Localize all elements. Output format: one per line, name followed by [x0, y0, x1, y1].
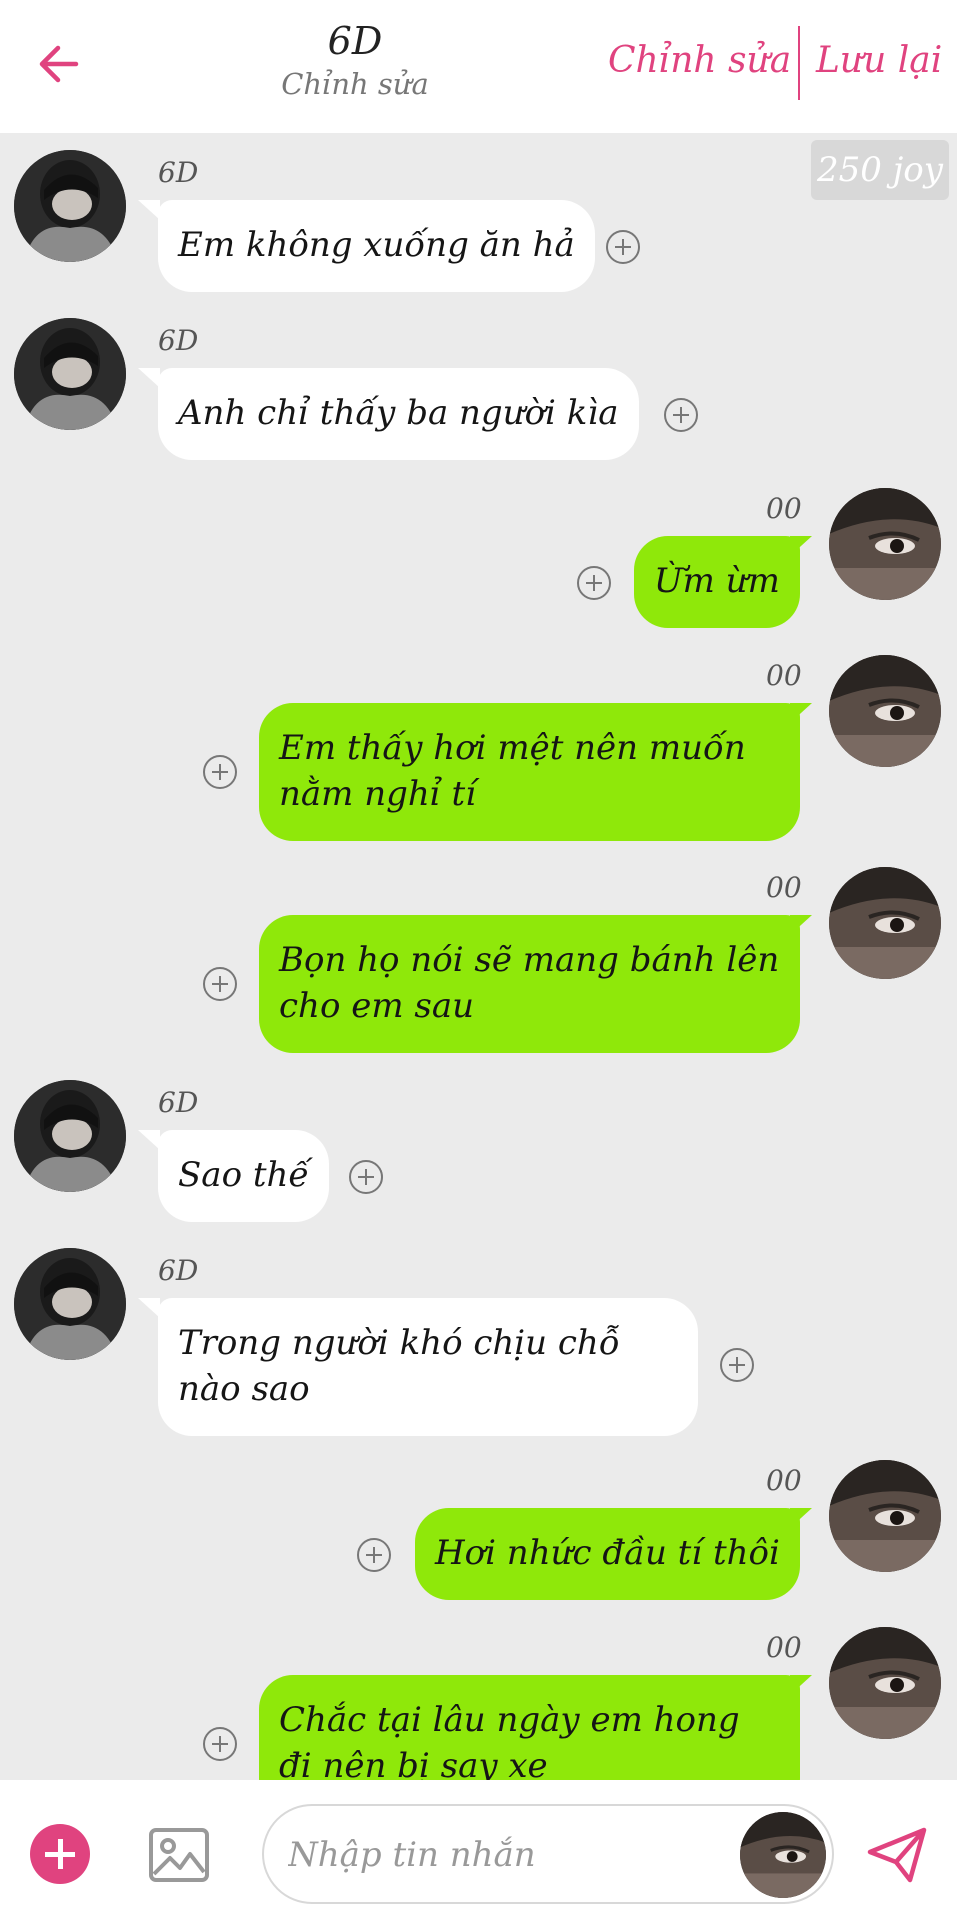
- arrow-left-icon: [39, 45, 79, 83]
- header-divider: [798, 26, 800, 100]
- add-button[interactable]: [30, 1824, 90, 1884]
- send-button[interactable]: [866, 1826, 928, 1884]
- avatar[interactable]: [829, 655, 941, 767]
- plus-circle-icon[interactable]: [664, 398, 698, 432]
- message-bubble[interactable]: Bọn họ nói sẽ mang bánh lên cho em sau: [259, 915, 800, 1053]
- avatar[interactable]: [829, 1627, 941, 1739]
- avatar[interactable]: [829, 488, 941, 600]
- sender-name: 00: [766, 871, 802, 904]
- message-bubble[interactable]: Em thấy hơi mệt nên muốn nằm nghỉ tí: [259, 703, 800, 841]
- bubble-tail: [138, 1130, 160, 1150]
- sender-name: 00: [766, 659, 802, 692]
- message-bubble[interactable]: Sao thế: [158, 1130, 330, 1222]
- message-input[interactable]: [286, 1826, 730, 1884]
- plus-circle-icon[interactable]: [203, 755, 237, 789]
- chat-subtitle: Chỉnh sửa: [281, 67, 429, 101]
- chat-title: 6D: [327, 19, 383, 63]
- sender-name: 6D: [158, 156, 199, 189]
- composer-bar: [0, 1780, 957, 1920]
- avatar[interactable]: [14, 150, 126, 262]
- message-bubble[interactable]: Hơi nhức đầu tí thôi: [415, 1508, 800, 1600]
- avatar[interactable]: [14, 318, 126, 430]
- bubble-tail: [138, 1298, 160, 1318]
- sender-name: 6D: [158, 1086, 199, 1119]
- message-bubble[interactable]: Ừm ừm: [634, 536, 800, 628]
- plus-circle-icon[interactable]: [349, 1160, 383, 1194]
- message-bubble[interactable]: Trong người khó chịu chỗ nào sao: [158, 1298, 698, 1436]
- image-icon: [149, 1828, 209, 1882]
- message-bubble[interactable]: Anh chỉ thấy ba người kìa: [158, 368, 639, 460]
- sender-name: 6D: [158, 1254, 199, 1287]
- edit-button[interactable]: Chỉnh sửa: [608, 40, 791, 81]
- image-button[interactable]: [148, 1824, 210, 1886]
- avatar[interactable]: [740, 1812, 826, 1898]
- sender-name: 00: [766, 1464, 802, 1497]
- bubble-tail: [138, 368, 160, 388]
- sender-name: 6D: [158, 324, 199, 357]
- message-bubble[interactable]: Em không xuống ăn hả: [158, 200, 595, 292]
- avatar[interactable]: [829, 1460, 941, 1572]
- plus-circle-icon[interactable]: [720, 1348, 754, 1382]
- joy-badge: 250 joy: [811, 140, 949, 200]
- avatar[interactable]: [829, 867, 941, 979]
- plus-circle-icon[interactable]: [203, 1727, 237, 1761]
- paper-plane-icon: [867, 1827, 927, 1883]
- top-bar: 6D Chỉnh sửa Chỉnh sửa Lưu lại: [0, 0, 957, 133]
- plus-circle-icon[interactable]: [606, 230, 640, 264]
- plus-circle-icon[interactable]: [357, 1538, 391, 1572]
- message-input-wrapper: [262, 1804, 834, 1904]
- back-button[interactable]: [30, 36, 86, 92]
- avatar[interactable]: [14, 1080, 126, 1192]
- title-block: 6D Chỉnh sửa: [250, 18, 460, 104]
- plus-circle-icon[interactable]: [203, 967, 237, 1001]
- bubble-tail: [138, 200, 160, 220]
- save-button[interactable]: Lưu lại: [816, 40, 942, 81]
- sender-name: 00: [766, 492, 802, 525]
- avatar[interactable]: [14, 1248, 126, 1360]
- sender-name: 00: [766, 1631, 802, 1664]
- plus-circle-icon[interactable]: [577, 566, 611, 600]
